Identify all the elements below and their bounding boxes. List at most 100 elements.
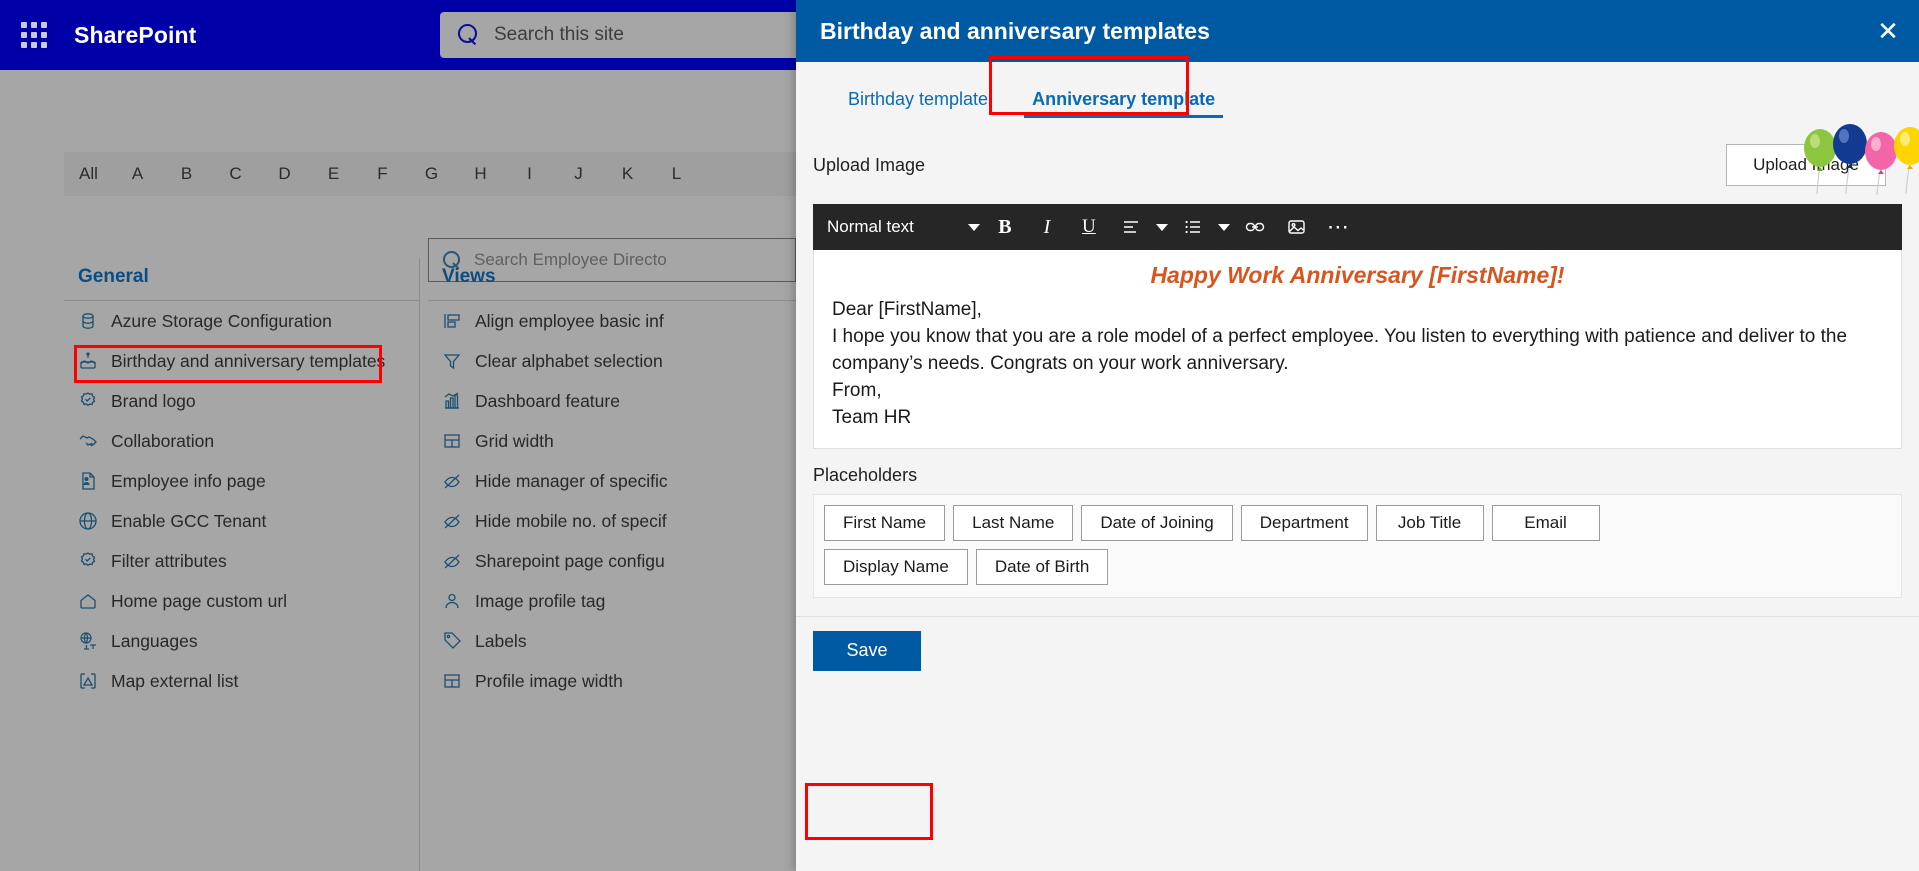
align-dropdown-caret-icon[interactable] <box>1152 204 1172 250</box>
sidebar-item-align-employee-basic-info[interactable]: Align employee basic inf <box>428 301 796 341</box>
align-left-icon[interactable] <box>1110 204 1152 250</box>
sidebar-item-sharepoint-page-configuration[interactable]: Sharepoint page configu <box>428 541 796 581</box>
placeholder-date-of-birth[interactable]: Date of Birth <box>975 548 1109 585</box>
handshake-icon <box>78 431 98 451</box>
placeholder-first-name[interactable]: First Name <box>824 504 946 541</box>
bulleted-list-icon[interactable] <box>1172 204 1214 250</box>
hide-eye-icon <box>442 471 462 491</box>
placeholder-date-of-joining[interactable]: Date of Joining <box>1081 504 1233 541</box>
placeholder-display-name[interactable]: Display Name <box>824 548 968 585</box>
tab-anniversary-template[interactable]: Anniversary template <box>1010 89 1237 122</box>
grid-icon <box>442 671 462 691</box>
sidebar-item-map-external-list[interactable]: Map external list <box>64 661 419 701</box>
alpha-item[interactable]: I <box>505 164 554 184</box>
underline-icon[interactable]: U <box>1068 204 1110 250</box>
alpha-item[interactable]: H <box>456 164 505 184</box>
link-icon[interactable] <box>1234 204 1276 250</box>
template-heading: Happy Work Anniversary [FirstName]! <box>1150 262 1565 288</box>
page-title: Birthday and anniversary templates <box>820 17 1210 44</box>
tab-birthday-template[interactable]: Birthday template <box>826 89 1010 122</box>
sidebar-item-filter-attributes[interactable]: Filter attributes <box>64 541 419 581</box>
template-tabs: Birthday template Anniversary template <box>796 62 1919 122</box>
italic-icon[interactable]: I <box>1026 204 1068 250</box>
template-line: I hope you know that you are a role mode… <box>832 325 1848 374</box>
column-divider <box>419 258 420 871</box>
upload-image-row: Upload Image Upload Image <box>796 144 1919 186</box>
alpha-item[interactable]: A <box>113 164 162 184</box>
sidebar-item-employee-info-page[interactable]: Employee info page <box>64 461 419 501</box>
sidebar-item-label: Image profile tag <box>475 590 606 611</box>
template-line: Dear [FirstName], <box>832 299 982 320</box>
sidebar-item-languages[interactable]: Languages <box>64 621 419 661</box>
suite-bar: SharePoint Search this site <box>0 0 796 70</box>
sidebar-item-image-profile-tag[interactable]: Image profile tag <box>428 581 796 621</box>
placeholder-email[interactable]: Email <box>1491 504 1600 541</box>
alpha-item[interactable]: All <box>64 164 113 184</box>
screen-root: SharePoint Search this site All A B C D … <box>0 0 1919 871</box>
placeholder-job-title[interactable]: Job Title <box>1375 504 1484 541</box>
background-sharepoint-page: SharePoint Search this site All A B C D … <box>0 0 796 871</box>
placeholder-row: First Name Last Name Date of Joining Dep… <box>824 504 1891 541</box>
sidebar-item-labels[interactable]: Labels <box>428 621 796 661</box>
grid-icon <box>442 431 462 451</box>
alpha-item[interactable]: C <box>211 164 260 184</box>
alpha-item[interactable]: D <box>260 164 309 184</box>
sidebar-item-label: Filter attributes <box>111 550 227 571</box>
save-button[interactable]: Save <box>813 630 921 671</box>
insert-image-icon[interactable] <box>1276 204 1318 250</box>
sidebar-item-dashboard-feature[interactable]: Dashboard feature <box>428 381 796 421</box>
sidebar-item-azure-storage-configuration[interactable]: Azure Storage Configuration <box>64 301 419 341</box>
alpha-item[interactable]: G <box>407 164 456 184</box>
sidebar-item-label: Azure Storage Configuration <box>111 310 332 331</box>
style-dropdown-caret-icon[interactable] <box>964 204 984 250</box>
sidebar-item-hide-mobile-no-of-specific[interactable]: Hide mobile no. of specif <box>428 501 796 541</box>
cake-icon <box>78 351 98 371</box>
person-page-icon <box>78 471 98 491</box>
sidebar-item-hide-manager-of-specific[interactable]: Hide manager of specific <box>428 461 796 501</box>
alpha-item[interactable]: B <box>162 164 211 184</box>
sidebar-item-label: Sharepoint page configu <box>475 550 665 571</box>
database-icon <box>78 311 98 331</box>
alpha-item[interactable]: E <box>309 164 358 184</box>
sidebar-item-label: Profile image width <box>475 670 623 691</box>
list-dropdown-caret-icon[interactable] <box>1214 204 1234 250</box>
sharepoint-brand[interactable]: SharePoint <box>74 22 196 49</box>
placeholders-container: First Name Last Name Date of Joining Dep… <box>813 493 1902 598</box>
filter-icon <box>442 351 462 371</box>
editor-content-area[interactable]: Happy Work Anniversary [FirstName]! Dear… <box>813 250 1902 449</box>
panel-footer: Save <box>796 615 1919 871</box>
alpha-item[interactable]: F <box>358 164 407 184</box>
site-search-box[interactable]: Search this site <box>440 12 796 58</box>
placeholder-department[interactable]: Department <box>1240 504 1368 541</box>
alpha-item[interactable]: L <box>652 164 701 184</box>
sidebar-item-birthday-and-anniversary-templates[interactable]: Birthday and anniversary templates <box>64 341 419 381</box>
sidebar-item-home-page-custom-url[interactable]: Home page custom url <box>64 581 419 621</box>
alphabet-filter-strip[interactable]: All A B C D E F G H I J K L <box>64 152 796 196</box>
translate-icon <box>78 631 98 651</box>
sidebar-item-label: Collaboration <box>111 430 215 451</box>
hide-eye-icon <box>442 551 462 571</box>
sidebar-item-collaboration[interactable]: Collaboration <box>64 421 419 461</box>
home-icon <box>78 591 98 611</box>
rich-text-editor: Normal text B I U ⋯ Happy Work Anniversa… <box>813 204 1902 449</box>
bold-icon[interactable]: B <box>984 204 1026 250</box>
sidebar-item-label: Hide mobile no. of specif <box>475 510 667 531</box>
placeholder-last-name[interactable]: Last Name <box>953 504 1074 541</box>
alpha-item[interactable]: J <box>554 164 603 184</box>
sidebar-item-label: Home page custom url <box>111 590 288 611</box>
more-options-icon[interactable]: ⋯ <box>1318 204 1360 250</box>
text-style-label[interactable]: Normal text <box>827 217 914 237</box>
alpha-item[interactable]: K <box>603 164 652 184</box>
editor-toolbar: Normal text B I U ⋯ <box>813 204 1902 250</box>
sidebar-item-profile-image-width[interactable]: Profile image width <box>428 661 796 701</box>
person-icon <box>442 591 462 611</box>
template-line: Team HR <box>832 406 912 428</box>
align-icon <box>442 311 462 331</box>
close-icon[interactable]: ✕ <box>1857 0 1919 62</box>
sidebar-item-clear-alphabet-selection[interactable]: Clear alphabet selection <box>428 341 796 381</box>
app-launcher-icon[interactable] <box>12 15 56 55</box>
sidebar-item-grid-width[interactable]: Grid width <box>428 421 796 461</box>
general-column-header: General <box>64 258 419 301</box>
sidebar-item-enable-gcc-tenant[interactable]: Enable GCC Tenant <box>64 501 419 541</box>
sidebar-item-brand-logo[interactable]: Brand logo <box>64 381 419 421</box>
